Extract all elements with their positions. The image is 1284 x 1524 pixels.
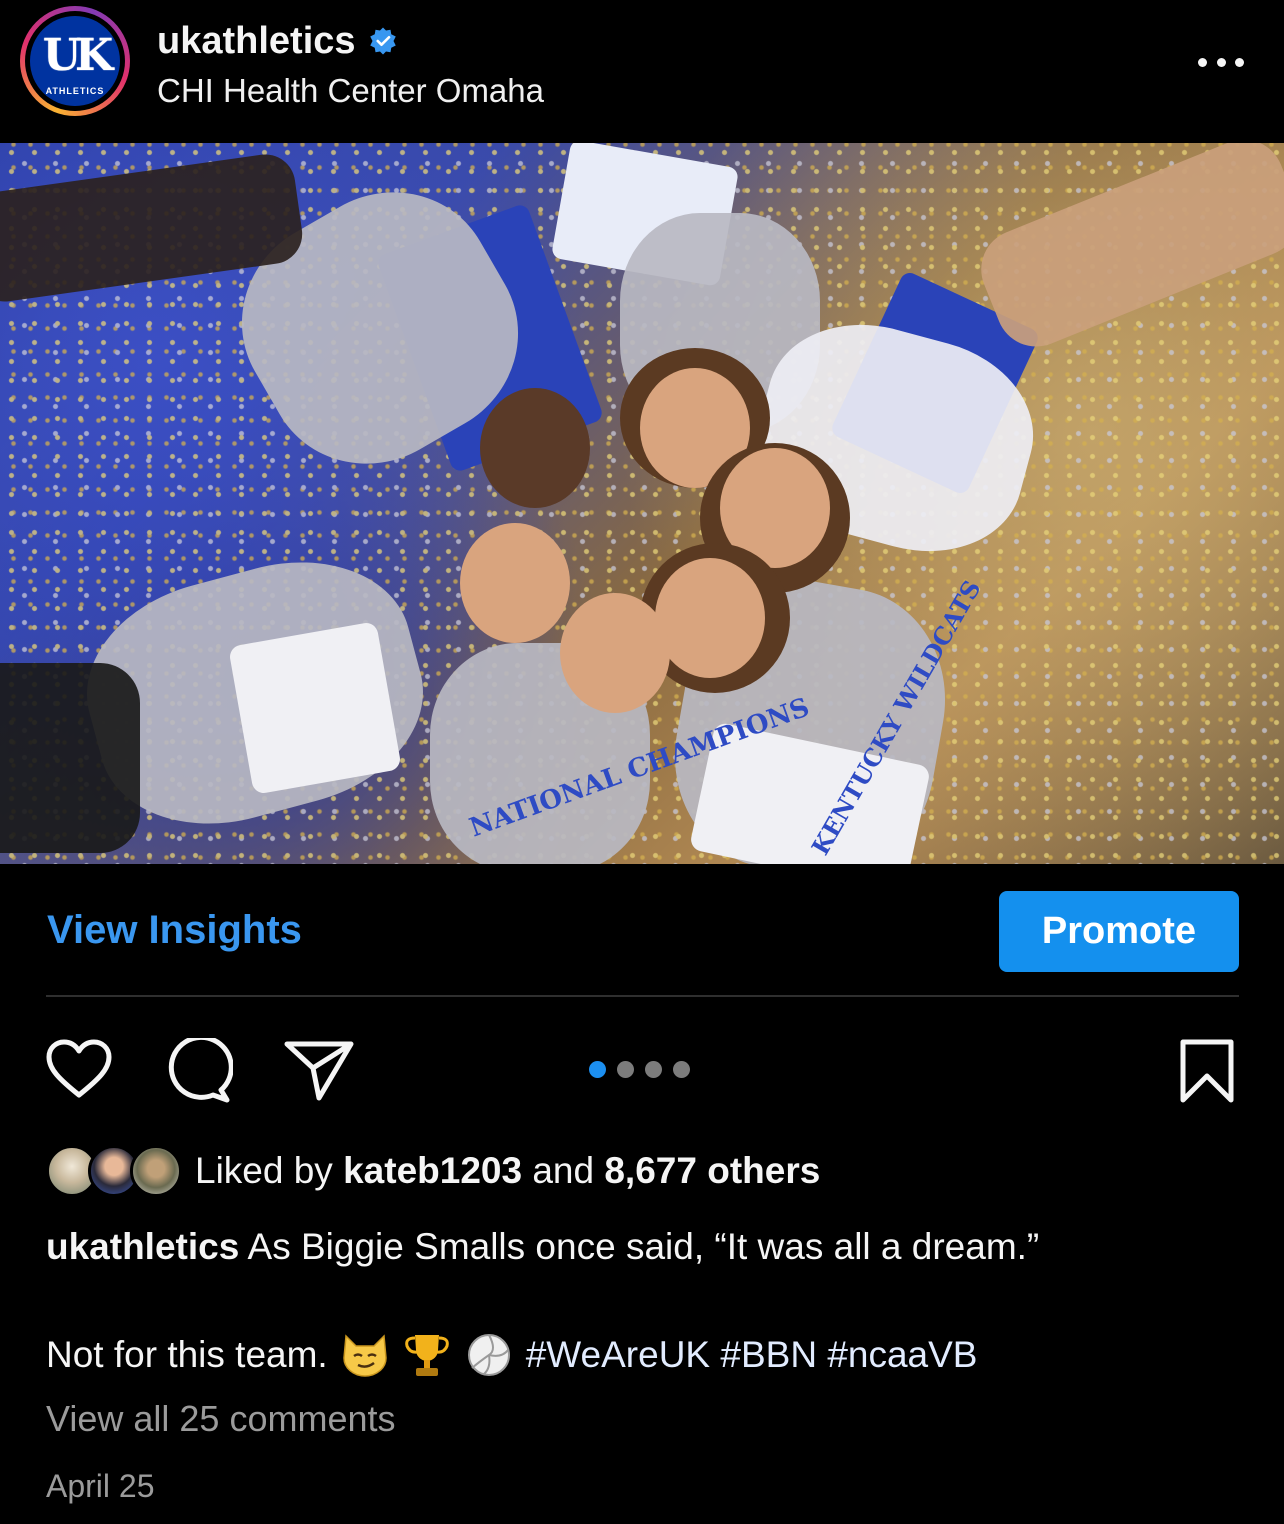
avatar-logo-subtext: ATHLETICS — [45, 86, 105, 96]
promote-button[interactable]: Promote — [999, 891, 1239, 972]
post-image[interactable]: NATIONAL CHAMPIONS KENTUCKY WILDCATS — [0, 143, 1284, 864]
more-options-icon[interactable] — [1198, 52, 1244, 72]
liker-avatar — [130, 1145, 182, 1197]
view-all-comments-link[interactable]: View all 25 comments — [46, 1398, 396, 1440]
story-ring[interactable]: UK ATHLETICS — [20, 6, 130, 116]
avatar-logo-text: UK — [42, 30, 114, 81]
bookmark-icon[interactable] — [1178, 1038, 1236, 1104]
post-username[interactable]: ukathletics — [157, 20, 356, 63]
player-face — [460, 523, 570, 643]
carousel-dot — [645, 1061, 662, 1078]
player-leg — [0, 663, 140, 853]
player-face — [655, 558, 765, 678]
carousel-dot-active — [589, 1061, 606, 1078]
player-face — [480, 388, 590, 508]
trophy-emoji — [404, 1335, 449, 1376]
carousel-indicator — [589, 1061, 690, 1078]
caption-username[interactable]: ukathletics — [46, 1226, 239, 1267]
insights-row: View Insights Promote — [0, 864, 1284, 996]
likes-others[interactable]: 8,677 others — [604, 1150, 820, 1191]
view-insights-link[interactable]: View Insights — [47, 908, 302, 953]
post-location[interactable]: CHI Health Center Omaha — [157, 72, 544, 110]
likes-joiner: and — [532, 1150, 595, 1191]
caption-hashtags[interactable]: #WeAreUK #BBN #ncaaVB — [526, 1330, 978, 1380]
caption-text: As Biggie Smalls once said, “It was all … — [247, 1226, 1040, 1267]
carousel-dot — [673, 1061, 690, 1078]
post-caption: ukathletics As Biggie Smalls once said, … — [46, 1222, 1246, 1272]
post-actions — [0, 1030, 1284, 1110]
liker-avatars — [46, 1143, 182, 1199]
volleyball-emoji — [467, 1334, 510, 1376]
liker-username[interactable]: kateb1203 — [343, 1150, 522, 1191]
verified-badge-icon — [369, 27, 396, 55]
heart-icon[interactable] — [44, 1037, 114, 1101]
share-icon[interactable] — [283, 1038, 355, 1102]
likes-prefix: Liked by — [195, 1150, 333, 1191]
divider — [46, 995, 1239, 997]
smirking-cat-emoji — [342, 1334, 387, 1377]
caption-line-2-text: Not for this team. — [46, 1334, 328, 1375]
player-face — [560, 593, 670, 713]
likes-row[interactable]: Liked by kateb1203 and 8,677 others — [46, 1143, 820, 1199]
carousel-dot — [617, 1061, 634, 1078]
post-date: April 25 — [46, 1468, 155, 1504]
caption-line-2: Not for this team. #WeAreUK #BBN #ncaaVB — [46, 1330, 978, 1380]
likes-text[interactable]: Liked by kateb1203 and 8,677 others — [195, 1150, 820, 1192]
avatar[interactable]: UK ATHLETICS — [30, 16, 120, 106]
white-towel — [228, 621, 402, 795]
comment-icon[interactable] — [163, 1038, 233, 1104]
post-header: UK ATHLETICS ukathletics CHI Health Cent… — [0, 0, 1284, 143]
